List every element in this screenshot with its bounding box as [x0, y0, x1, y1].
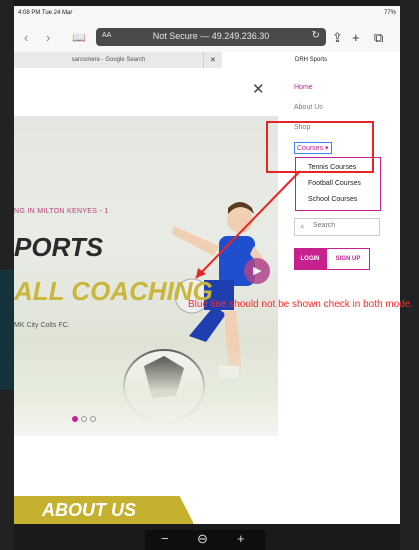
zoom-controls: − ⊖ +	[145, 530, 265, 550]
zoom-in-button[interactable]: +	[237, 531, 245, 546]
zoom-reset-button[interactable]: ⊖	[197, 531, 208, 547]
ipad-device: 4:08 PM Tue 24 Mar 77% ‹ › 📖 AA Not Secu…	[0, 0, 419, 550]
zoom-out-button[interactable]: −	[161, 531, 169, 546]
annotation-text: Blue line should not be shown check in b…	[188, 299, 414, 310]
annotation-arrow	[195, 170, 301, 279]
